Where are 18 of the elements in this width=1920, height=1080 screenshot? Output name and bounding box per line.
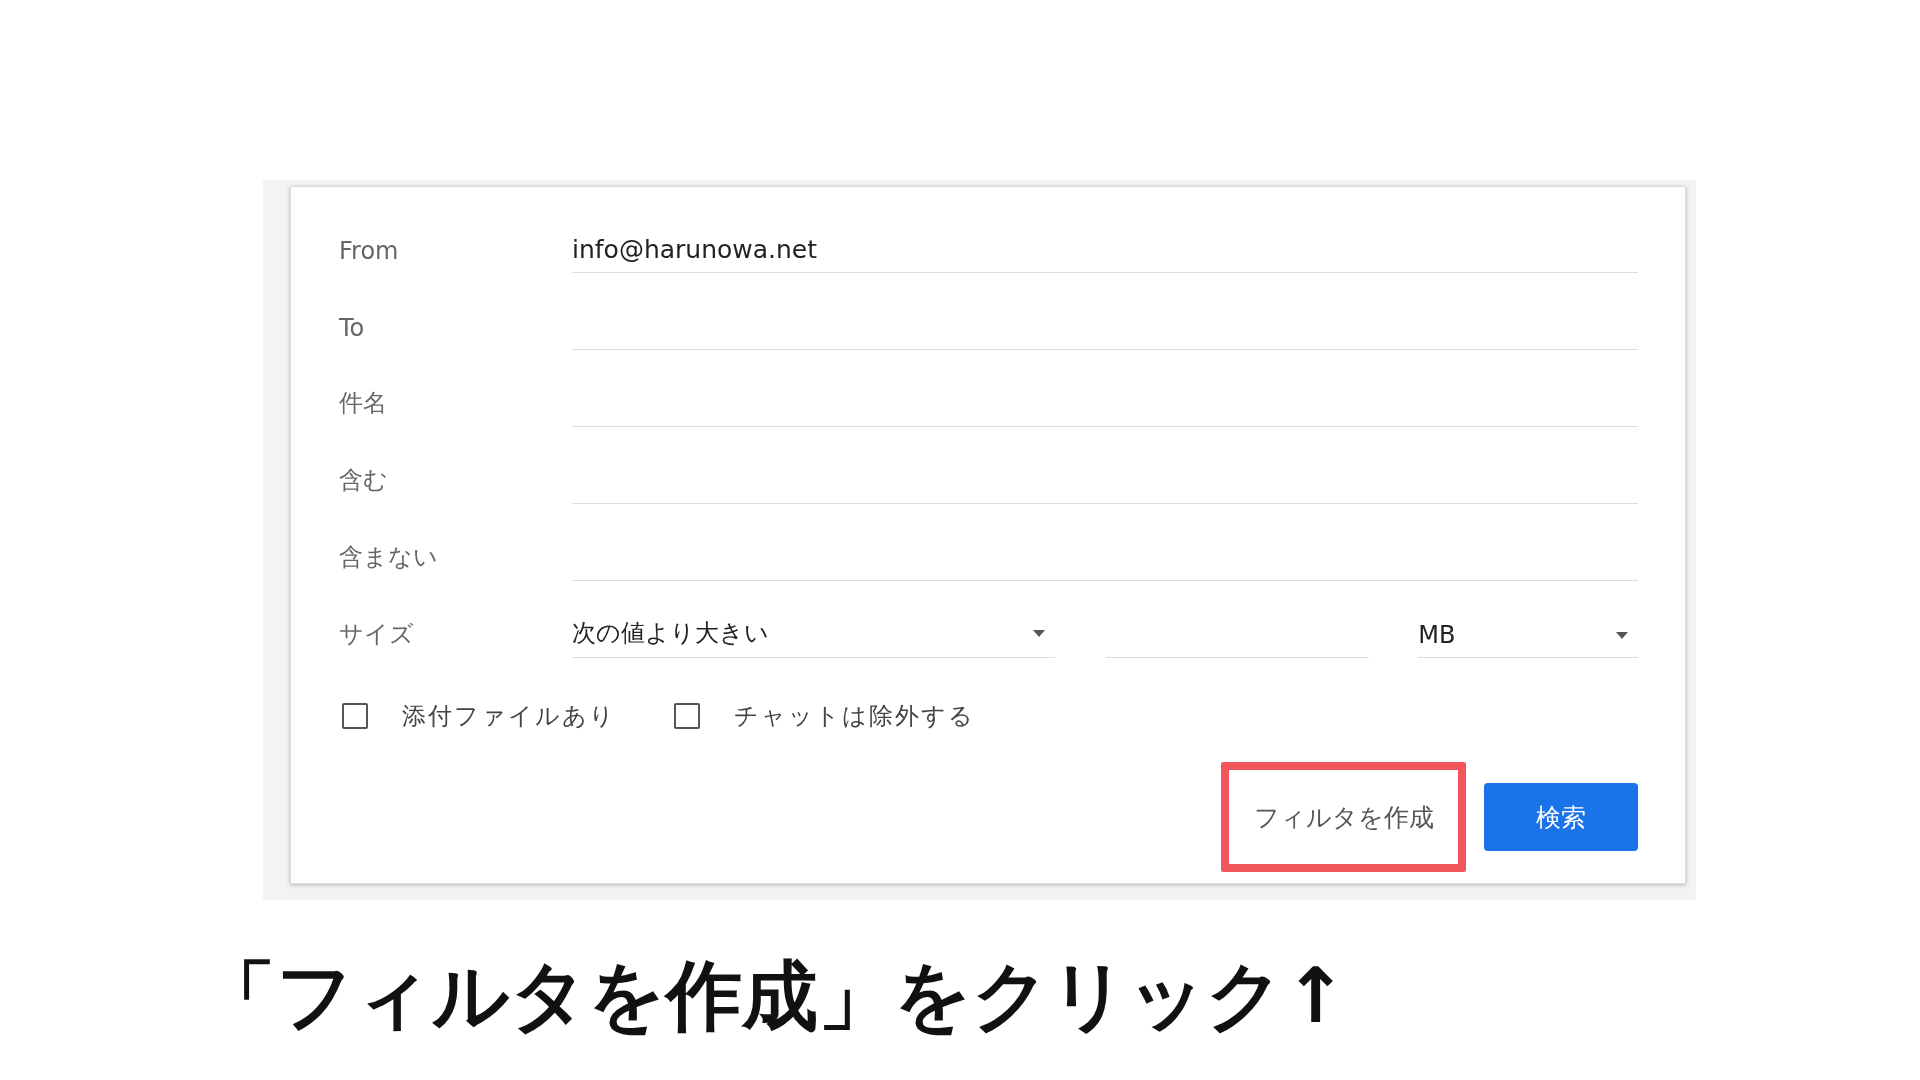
checkbox-label: 添付ファイルあり bbox=[402, 701, 616, 732]
input-field[interactable]: info@harunowa.net bbox=[572, 235, 1638, 273]
field-label: To bbox=[339, 314, 366, 344]
field-label: 含まない bbox=[339, 542, 439, 573]
field-label: From bbox=[339, 237, 400, 267]
search-button[interactable]: 検索 bbox=[1484, 783, 1638, 851]
create-filter-button[interactable]: フィルタを作成 bbox=[1221, 762, 1466, 872]
caption-text: 「フィルタを作成」をクリック↑ bbox=[200, 952, 1349, 1040]
field-label: 含む bbox=[339, 465, 389, 496]
field-label: サイズ bbox=[339, 619, 415, 650]
caret-icon bbox=[1616, 631, 1628, 639]
comparison-dropdown[interactable]: 次の値より大きい bbox=[571, 617, 1056, 658]
checkbox-label: チャットは除外する bbox=[734, 701, 975, 732]
caret-icon bbox=[1033, 629, 1046, 637]
unit-dropdown[interactable]: MB bbox=[1418, 621, 1638, 658]
checkbox[interactable] bbox=[674, 703, 700, 729]
field-label: 件名 bbox=[339, 388, 388, 419]
checkbox[interactable] bbox=[342, 703, 368, 729]
